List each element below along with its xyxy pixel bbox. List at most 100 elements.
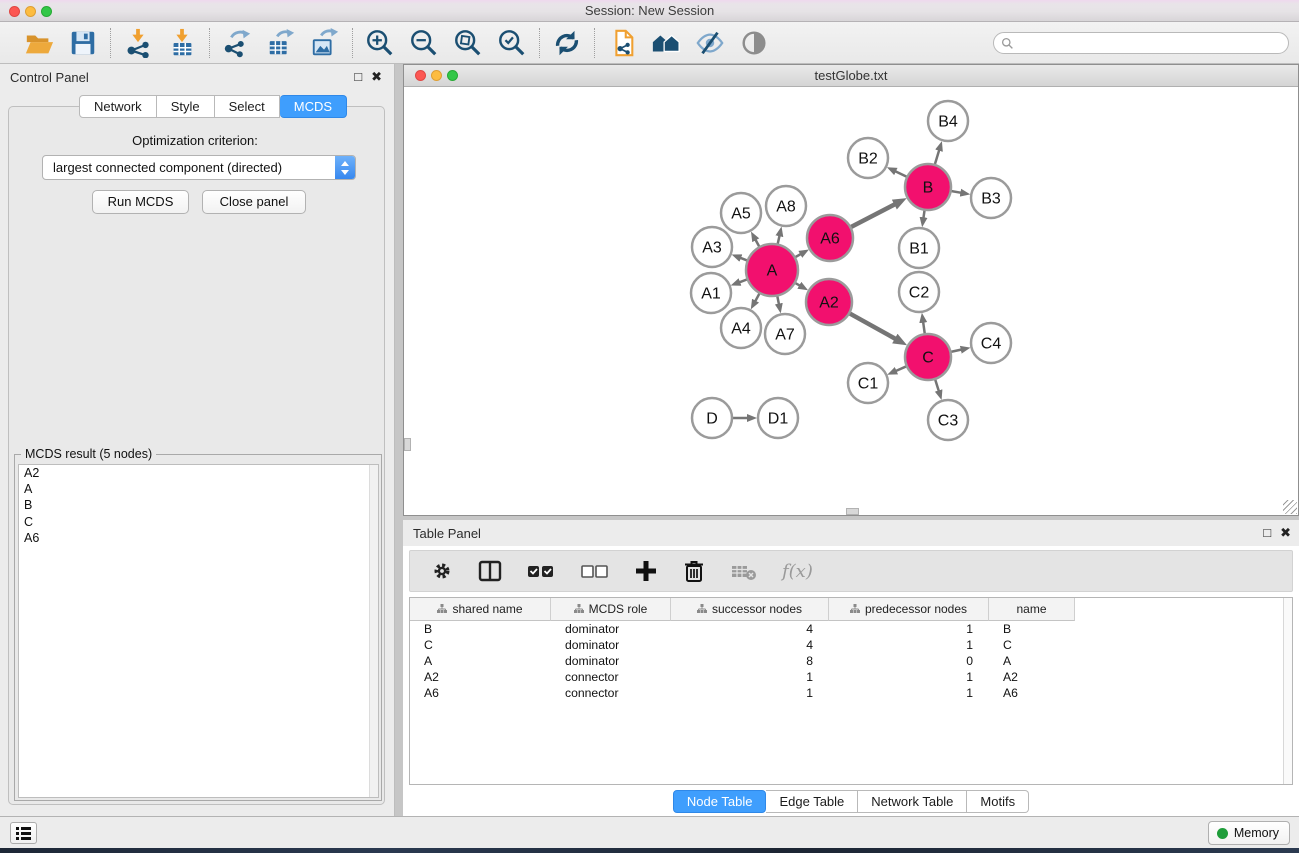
edge-A2-C[interactable] bbox=[847, 312, 895, 339]
clone-network-icon[interactable] bbox=[607, 28, 637, 58]
table-row[interactable]: Adominator80A bbox=[410, 653, 1075, 669]
node-A8[interactable]: A8 bbox=[766, 186, 806, 226]
home-icon[interactable] bbox=[651, 28, 681, 58]
network-canvas[interactable]: B4B2BB3A5A8A6A3B1AA1C2A2A4A7C4CC1C3DD1 bbox=[404, 87, 1298, 515]
node-A3[interactable]: A3 bbox=[692, 227, 732, 267]
table-cell[interactable]: C bbox=[410, 637, 551, 653]
node-C4[interactable]: C4 bbox=[971, 323, 1011, 363]
tab-motifs[interactable]: Motifs bbox=[967, 790, 1029, 813]
zoom-out-icon[interactable] bbox=[409, 28, 439, 58]
table-cell[interactable]: A6 bbox=[989, 685, 1075, 701]
memory-button[interactable]: Memory bbox=[1208, 821, 1290, 845]
node-A2[interactable]: A2 bbox=[806, 279, 852, 325]
mcds-list-scrollbar[interactable] bbox=[369, 465, 378, 797]
table-cell[interactable]: 1 bbox=[829, 669, 989, 685]
zoom-window-button[interactable] bbox=[41, 6, 52, 17]
export-table-icon[interactable] bbox=[266, 28, 296, 58]
close-panel-icon[interactable]: ✖ bbox=[371, 69, 382, 85]
node-B2[interactable]: B2 bbox=[848, 138, 888, 178]
table-cell[interactable]: 1 bbox=[671, 669, 829, 685]
task-history-button[interactable] bbox=[10, 822, 37, 844]
node-A4[interactable]: A4 bbox=[721, 308, 761, 348]
table-cell[interactable]: 4 bbox=[671, 637, 829, 653]
mcds-result-item[interactable]: A bbox=[19, 481, 378, 497]
node-B[interactable]: B bbox=[905, 164, 951, 210]
node-A5[interactable]: A5 bbox=[721, 193, 761, 233]
network-vertical-scroll-thumb[interactable] bbox=[404, 438, 411, 451]
network-minimize-button[interactable] bbox=[431, 70, 442, 81]
column-header-shared-name[interactable]: shared name bbox=[410, 598, 551, 621]
node-B3[interactable]: B3 bbox=[971, 178, 1011, 218]
node-C3[interactable]: C3 bbox=[928, 400, 968, 440]
table-cell[interactable]: 1 bbox=[671, 685, 829, 701]
table-cell[interactable]: A2 bbox=[410, 669, 551, 685]
column-header-mcds-role[interactable]: MCDS role bbox=[551, 598, 671, 621]
network-horizontal-scroll-thumb[interactable] bbox=[846, 508, 859, 515]
mcds-result-list[interactable]: A2ABCA6 bbox=[18, 464, 379, 798]
node-A6[interactable]: A6 bbox=[807, 215, 853, 261]
export-network-icon[interactable] bbox=[222, 28, 252, 58]
network-zoom-button[interactable] bbox=[447, 70, 458, 81]
add-column-icon[interactable] bbox=[634, 559, 658, 583]
table-cell[interactable]: A bbox=[989, 653, 1075, 669]
import-network-icon[interactable] bbox=[123, 28, 153, 58]
tab-network-table[interactable]: Network Table bbox=[858, 790, 967, 813]
search-field[interactable] bbox=[993, 32, 1289, 54]
open-session-icon[interactable] bbox=[24, 28, 54, 58]
network-graph[interactable]: B4B2BB3A5A8A6A3B1AA1C2A2A4A7C4CC1C3DD1 bbox=[404, 87, 1298, 515]
table-cell[interactable]: 1 bbox=[829, 685, 989, 701]
mcds-result-item[interactable]: B bbox=[19, 497, 378, 513]
show-columns-icon[interactable] bbox=[478, 559, 502, 583]
table-cell[interactable]: B bbox=[410, 621, 551, 637]
network-close-button[interactable] bbox=[415, 70, 426, 81]
column-header-predecessor-nodes[interactable]: predecessor nodes bbox=[829, 598, 989, 621]
table-row[interactable]: A6connector11A6 bbox=[410, 685, 1075, 701]
table-scrollbar[interactable] bbox=[1283, 598, 1292, 784]
hide-selected-eye-icon[interactable] bbox=[695, 28, 725, 58]
table-cell[interactable]: 0 bbox=[829, 653, 989, 669]
zoom-in-icon[interactable] bbox=[365, 28, 395, 58]
table-cell[interactable]: B bbox=[989, 621, 1075, 637]
node-B1[interactable]: B1 bbox=[899, 228, 939, 268]
tab-network[interactable]: Network bbox=[79, 95, 157, 118]
edge-A6-B[interactable] bbox=[849, 204, 896, 228]
run-mcds-button[interactable]: Run MCDS bbox=[92, 190, 189, 214]
table-row[interactable]: Cdominator41C bbox=[410, 637, 1075, 653]
mcds-result-item[interactable]: A2 bbox=[19, 465, 378, 481]
table-cell[interactable]: C bbox=[989, 637, 1075, 653]
table-cell[interactable]: dominator bbox=[551, 621, 671, 637]
node-A1[interactable]: A1 bbox=[691, 273, 731, 313]
tab-select[interactable]: Select bbox=[215, 95, 280, 118]
node-A[interactable]: A bbox=[746, 244, 798, 296]
minimize-window-button[interactable] bbox=[25, 6, 36, 17]
node-D[interactable]: D bbox=[692, 398, 732, 438]
float-table-panel-icon[interactable]: □ bbox=[1263, 525, 1271, 541]
float-panel-icon[interactable]: □ bbox=[354, 69, 362, 85]
table-cell[interactable]: dominator bbox=[551, 653, 671, 669]
delete-column-trash-icon[interactable] bbox=[682, 559, 706, 583]
table-cell[interactable]: 4 bbox=[671, 621, 829, 637]
table-cell[interactable]: A2 bbox=[989, 669, 1075, 685]
node-A7[interactable]: A7 bbox=[765, 314, 805, 354]
select-all-icon[interactable] bbox=[526, 559, 556, 583]
table-cell[interactable]: A6 bbox=[410, 685, 551, 701]
node-D1[interactable]: D1 bbox=[758, 398, 798, 438]
table-cell[interactable]: connector bbox=[551, 685, 671, 701]
zoom-selected-icon[interactable] bbox=[497, 28, 527, 58]
table-cell[interactable]: connector bbox=[551, 669, 671, 685]
table-cell[interactable]: 8 bbox=[671, 653, 829, 669]
column-header-name[interactable]: name bbox=[989, 598, 1075, 621]
network-resize-grip[interactable] bbox=[1283, 500, 1297, 514]
table-settings-gear-icon[interactable] bbox=[430, 559, 454, 583]
node-C[interactable]: C bbox=[905, 334, 951, 380]
zoom-fit-icon[interactable] bbox=[453, 28, 483, 58]
table-cell[interactable]: A bbox=[410, 653, 551, 669]
close-window-button[interactable] bbox=[9, 6, 20, 17]
mcds-result-item[interactable]: C bbox=[19, 514, 378, 530]
search-input[interactable] bbox=[1014, 34, 1288, 52]
table-cell[interactable]: dominator bbox=[551, 637, 671, 653]
save-session-icon[interactable] bbox=[68, 28, 98, 58]
node-C1[interactable]: C1 bbox=[848, 363, 888, 403]
node-B4[interactable]: B4 bbox=[928, 101, 968, 141]
mcds-result-item[interactable]: A6 bbox=[19, 530, 378, 546]
